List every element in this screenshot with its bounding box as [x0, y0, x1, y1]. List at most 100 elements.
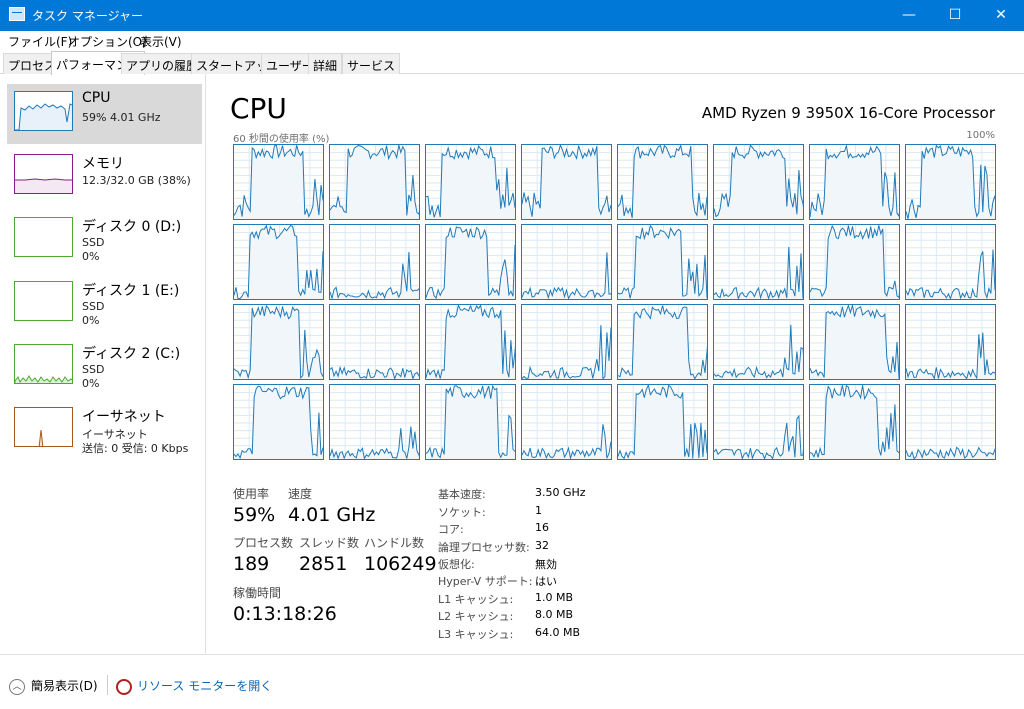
tab-services[interactable]: サービス — [342, 53, 401, 74]
speed-value: 4.01 GHz — [288, 504, 376, 526]
spec-label: Hyper-V サポート: — [438, 575, 533, 588]
task-manager-icon — [9, 7, 25, 21]
usage-label: 使用率 — [233, 487, 270, 501]
sidebar-item-usage: 0% — [82, 377, 100, 390]
menu-options[interactable]: オプション(O) — [68, 33, 147, 50]
logical-processor-graph — [425, 384, 516, 460]
menu-bar: ファイル(F) オプション(O) 表示(V) — [0, 31, 1024, 51]
sidebar-item-cpu[interactable]: CPU 59% 4.01 GHz — [7, 84, 202, 144]
logical-processor-graph — [521, 144, 612, 220]
network-thumbnail-graph — [14, 407, 73, 447]
sidebar-item-disk-1[interactable]: ディスク 1 (E:) SSD 0% — [7, 274, 202, 334]
sidebar-item-title: CPU — [82, 90, 111, 106]
logical-processor-graph — [713, 384, 804, 460]
disk-thumbnail-graph — [14, 217, 73, 257]
spec-value: 1.0 MB — [535, 591, 574, 604]
resource-sidebar: CPU 59% 4.01 GHz メモリ 12.3/32.0 GB (38%) … — [0, 74, 206, 654]
logical-processor-graph — [905, 224, 996, 300]
resource-monitor-icon — [116, 678, 132, 695]
logical-processor-graph — [425, 224, 516, 300]
spec-value: 3.50 GHz — [535, 486, 586, 499]
sidebar-item-ethernet[interactable]: イーサネット イーサネット 送信: 0 受信: 0 Kbps — [7, 400, 202, 460]
logical-processor-graph — [809, 304, 900, 380]
spec-value: 8.0 MB — [535, 608, 574, 621]
spec-label: 論理プロセッサ数: — [438, 541, 530, 554]
sidebar-item-type: SSD — [82, 363, 105, 376]
logical-processor-graph — [905, 384, 996, 460]
logical-processor-graph — [713, 224, 804, 300]
window-title: タスク マネージャー — [32, 9, 143, 23]
sidebar-item-type: SSD — [82, 236, 105, 249]
title-bar: タスク マネージャー — ☐ ✕ — [0, 0, 1024, 31]
logical-processor-graph — [521, 304, 612, 380]
spec-label: ソケット: — [438, 506, 486, 519]
page-title: CPU — [230, 92, 287, 125]
maximize-button[interactable]: ☐ — [932, 0, 978, 31]
logical-processor-graph — [233, 224, 324, 300]
spec-label: L1 キャッシュ: — [438, 593, 514, 606]
logical-processor-graph — [809, 384, 900, 460]
processes-value: 189 — [233, 553, 270, 575]
spec-value: 64.0 MB — [535, 626, 581, 639]
handles-value: 106249 — [364, 553, 437, 575]
fewer-details-label: 簡易表示(D) — [31, 679, 98, 693]
handles-label: ハンドル数 — [364, 536, 425, 550]
logical-processor-graph — [617, 144, 708, 220]
uptime-label: 稼働時間 — [233, 586, 282, 600]
logical-processor-graph — [329, 384, 420, 460]
tab-details[interactable]: 詳細 — [308, 53, 343, 74]
spec-label: 仮想化: — [438, 558, 475, 571]
spec-value: 1 — [535, 504, 542, 517]
resource-monitor-label: リソース モニターを開く — [137, 679, 273, 693]
footer-divider — [107, 675, 108, 695]
graph-max-label: 100% — [966, 130, 995, 141]
logical-processor-graph — [809, 224, 900, 300]
logical-processor-graph — [809, 144, 900, 220]
chevron-up-icon: ︿ — [9, 678, 25, 695]
cpu-thumbnail-graph — [14, 91, 73, 131]
usage-value: 59% — [233, 504, 276, 526]
logical-processor-graph — [329, 224, 420, 300]
footer-bar: ︿ 簡易表示(D) リソース モニターを開く — [0, 654, 1024, 709]
menu-view[interactable]: 表示(V) — [140, 33, 182, 50]
logical-processor-graph — [617, 224, 708, 300]
tab-strip: プロセス パフォーマンス アプリの履歴 スタートアップ ユーザー 詳細 サービス — [0, 51, 1024, 75]
spec-label: L2 キャッシュ: — [438, 610, 514, 623]
logical-processor-graph — [521, 384, 612, 460]
processes-label: プロセス数 — [233, 536, 294, 550]
sidebar-item-subtitle: 59% 4.01 GHz — [82, 111, 161, 124]
logical-processor-graph — [617, 384, 708, 460]
logical-processor-graph — [329, 304, 420, 380]
threads-label: スレッド数 — [299, 536, 360, 550]
speed-label: 速度 — [288, 487, 313, 501]
uptime-value: 0:13:18:26 — [233, 603, 337, 625]
minimize-button[interactable]: — — [886, 0, 932, 31]
graph-caption: 60 秒間の使用率 (%) — [233, 134, 330, 145]
sidebar-item-title: メモリ — [82, 156, 124, 172]
sidebar-item-memory[interactable]: メモリ 12.3/32.0 GB (38%) — [7, 147, 202, 207]
sidebar-item-disk-0[interactable]: ディスク 0 (D:) SSD 0% — [7, 210, 202, 270]
sidebar-item-title: イーサネット — [82, 409, 166, 425]
open-resource-monitor-link[interactable]: リソース モニターを開く — [116, 677, 272, 695]
spec-value: 16 — [535, 521, 549, 534]
sidebar-item-title: ディスク 0 (D:) — [82, 219, 182, 235]
logical-processor-graph — [713, 144, 804, 220]
logical-processor-graph — [425, 304, 516, 380]
menu-file[interactable]: ファイル(F) — [8, 33, 72, 50]
disk-thumbnail-graph — [14, 344, 73, 384]
logical-processor-graph — [425, 144, 516, 220]
logical-processor-graph — [713, 304, 804, 380]
logical-processor-graph — [233, 144, 324, 220]
spec-label: 基本速度: — [438, 488, 486, 501]
logical-processor-graph — [233, 304, 324, 380]
sidebar-item-throughput: 送信: 0 受信: 0 Kbps — [82, 442, 189, 455]
spec-label: L3 キャッシュ: — [438, 628, 514, 641]
spec-value: 無効 — [535, 558, 557, 571]
fewer-details-button[interactable]: ︿ 簡易表示(D) — [9, 677, 98, 695]
sidebar-item-disk-2[interactable]: ディスク 2 (C:) SSD 0% — [7, 337, 202, 397]
spec-value: はい — [535, 575, 557, 588]
close-button[interactable]: ✕ — [978, 0, 1024, 31]
logical-processor-graph — [233, 384, 324, 460]
sidebar-item-title: ディスク 2 (C:) — [82, 346, 181, 362]
spec-value: 32 — [535, 539, 549, 552]
